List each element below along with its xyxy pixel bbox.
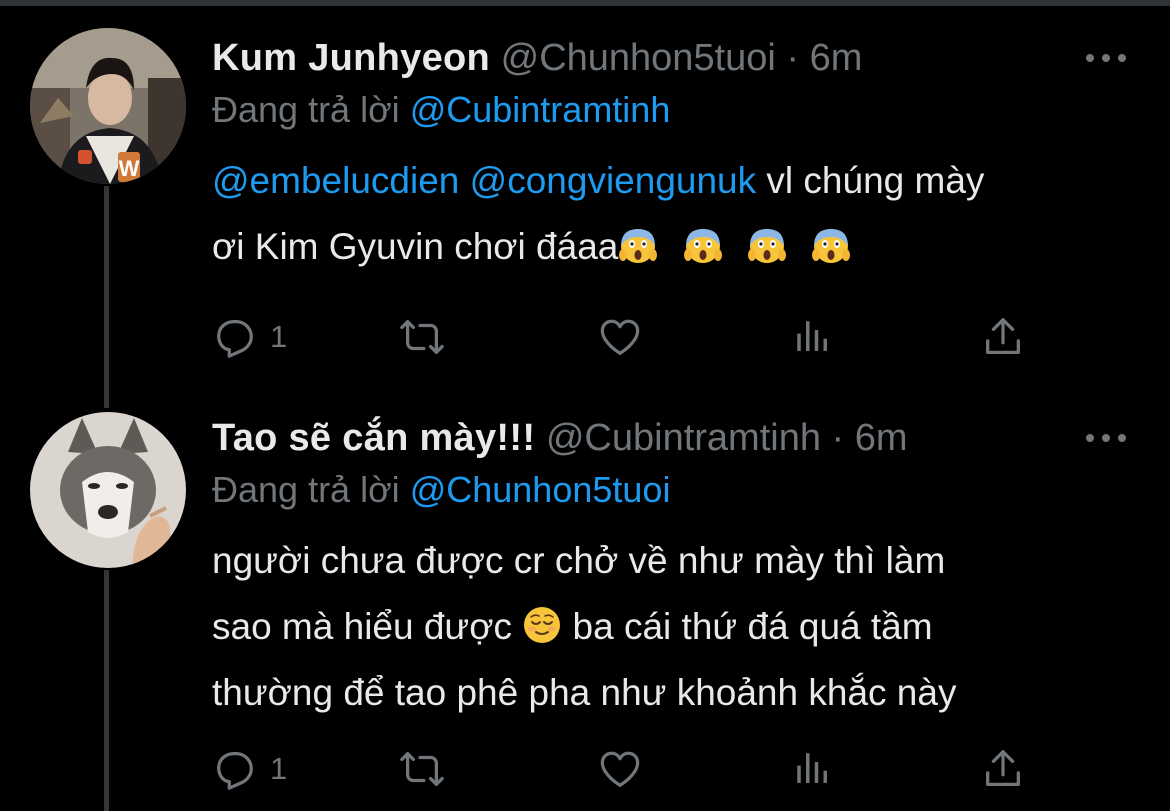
mention-link[interactable]: @embelucdien	[212, 160, 459, 201]
tweet-text-fragment: sao mà hiểu được	[212, 606, 523, 647]
tweet-action-bar: 1	[212, 312, 1042, 362]
like-button[interactable]	[596, 312, 656, 362]
tweet-header: Tao sẽ cắn mày!!! @Cubintramtinh · 6m	[212, 414, 1170, 462]
reply-icon	[217, 320, 253, 358]
share-icon	[986, 750, 1020, 786]
retweet-button[interactable]	[398, 744, 458, 794]
retweet-icon	[400, 752, 444, 786]
analytics-icon	[797, 753, 827, 783]
more-icon[interactable]	[1086, 414, 1126, 462]
tweet-text-line: ơi Kim Gyuvin chơi đáaa	[212, 214, 1142, 280]
replying-to-mention[interactable]: @Chunhon5tuoi	[410, 469, 671, 510]
tweet-text-fragment: vl chúng mày	[756, 160, 985, 201]
retweet-icon	[400, 320, 444, 354]
reply-count: 1	[270, 751, 288, 786]
tweet-text-fragment: ơi Kim Gyuvin chơi đáaa	[212, 226, 619, 267]
user-handle[interactable]: @Chunhon5tuoi	[501, 37, 776, 79]
mention-link[interactable]: @congviengunuk	[470, 160, 756, 201]
share-button[interactable]	[980, 312, 1026, 362]
scream-emoji-icon	[619, 229, 658, 263]
user-handle[interactable]: @Cubintramtinh	[546, 417, 821, 459]
scream-emoji-icon	[683, 229, 722, 263]
analytics-button[interactable]	[792, 312, 834, 362]
like-icon	[600, 751, 640, 787]
reply-count: 1	[270, 319, 288, 354]
svg-text:W: W	[119, 156, 140, 181]
analytics-button[interactable]	[792, 744, 834, 794]
avatar-person-photo-icon: W	[30, 28, 186, 184]
scream-emoji-icon	[747, 229, 786, 263]
reply-button[interactable]: 1	[212, 744, 287, 794]
share-button[interactable]	[980, 744, 1026, 794]
separator-dot: ·	[786, 37, 800, 79]
timestamp[interactable]: 6m	[855, 417, 908, 459]
tweet-text: người chưa được cr chở về như mày thì là…	[212, 528, 1142, 726]
reply-button[interactable]: 1	[212, 312, 287, 362]
replying-to-line: Đang trả lời @Chunhon5tuoi	[212, 466, 670, 514]
reply-icon	[217, 752, 253, 790]
avatar[interactable]	[30, 412, 186, 568]
like-button[interactable]	[596, 744, 656, 794]
replying-to-mention[interactable]: @Cubintramtinh	[410, 89, 671, 130]
tweet-text-line: sao mà hiểu được ba cái thứ đá quá tầm	[212, 594, 1142, 660]
relieved-face-emoji-icon	[524, 607, 561, 643]
like-icon	[600, 319, 640, 355]
retweet-button[interactable]	[398, 312, 458, 362]
avatar-husky-dog-photo-icon	[30, 412, 186, 568]
replying-to-line: Đang trả lời @Cubintramtinh	[212, 86, 670, 134]
share-icon	[986, 318, 1020, 354]
more-icon[interactable]	[1086, 34, 1126, 82]
tweet[interactable]: W Kum Junhyeon @Chunhon5tuoi · 6m Đang t…	[0, 0, 1170, 400]
display-name[interactable]: Tao sẽ cắn mày!!!	[212, 417, 535, 459]
timestamp[interactable]: 6m	[810, 37, 863, 79]
tweet-header: Kum Junhyeon @Chunhon5tuoi · 6m	[212, 34, 1170, 82]
tweet[interactable]: Tao sẽ cắn mày!!! @Cubintramtinh · 6m Đa…	[0, 400, 1170, 811]
replying-prefix: Đang trả lời	[212, 89, 400, 130]
tweet-text-line: người chưa được cr chở về như mày thì là…	[212, 540, 946, 581]
tweet-text-fragment: ba cái thứ đá quá tầm	[562, 606, 933, 647]
tweet-action-bar: 1	[212, 744, 1042, 794]
avatar[interactable]: W	[30, 28, 186, 184]
separator-dot: ·	[831, 417, 845, 459]
tweet-text: @embelucdien @congviengunuk vl chúng mày…	[212, 148, 1142, 280]
replying-prefix: Đang trả lời	[212, 469, 400, 510]
tweet-text-line: @embelucdien @congviengunuk vl chúng mày	[212, 148, 1142, 214]
analytics-icon	[797, 321, 827, 351]
tweet-text-line: thường để tao phê pha như khoảnh khắc nà…	[212, 672, 957, 713]
scream-emoji-icon	[812, 229, 851, 263]
display-name[interactable]: Kum Junhyeon	[212, 37, 490, 79]
